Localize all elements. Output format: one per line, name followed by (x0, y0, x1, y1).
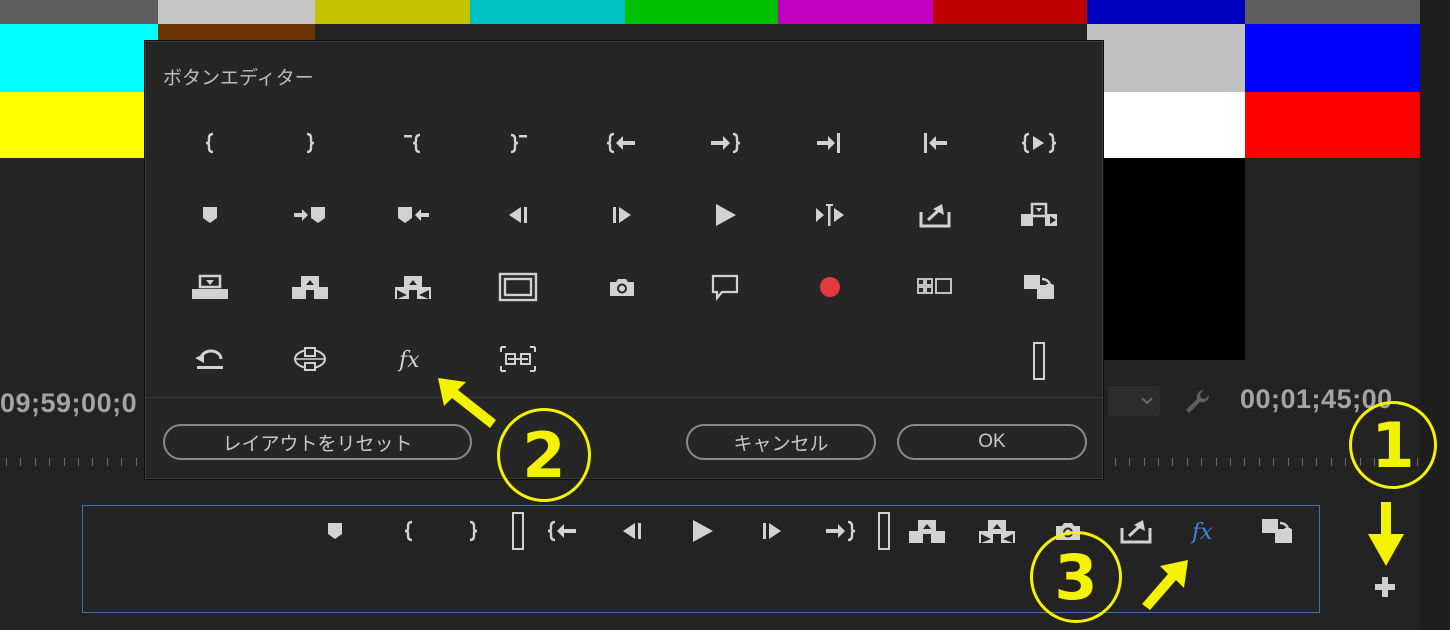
toolbar-add-marker-icon[interactable] (313, 509, 357, 553)
ruler-tick (35, 458, 36, 466)
reset-layout-button[interactable]: レイアウトをリセット (163, 424, 472, 460)
chevron-down-icon (1141, 397, 1153, 405)
ruler-tick (121, 458, 122, 466)
toolbar-mark-in-icon[interactable] (387, 509, 431, 553)
ok-button[interactable]: OK (897, 424, 1087, 460)
ruler-tick (64, 458, 65, 466)
mark-in-icon[interactable] (180, 121, 240, 165)
loop-icon[interactable] (180, 337, 240, 381)
ruler-tick (92, 458, 93, 466)
toolbar-go-to-in-icon[interactable] (541, 509, 585, 553)
overwrite-icon[interactable] (280, 265, 340, 309)
ruler-tick (1273, 458, 1274, 466)
button-editor-dialog: ボタンエディター レイアウトをリセット キャンセル OK fx (144, 40, 1104, 480)
cancel-button[interactable]: キャンセル (686, 424, 876, 460)
go-to-in-icon[interactable] (592, 121, 652, 165)
go-to-previous-marker-icon[interactable] (383, 193, 443, 237)
ruler-tick (107, 458, 108, 466)
playhead-timecode[interactable]: 09;59;00;0 (0, 388, 137, 419)
ruler-tick (1115, 458, 1116, 466)
annotation-arrow-down (1368, 502, 1404, 566)
toolbar-global-fx-mute-icon[interactable]: fx (1184, 509, 1228, 553)
scrollbar-strip (1420, 0, 1450, 630)
closed-captions-icon[interactable] (695, 265, 755, 309)
ruler-tick (1187, 458, 1188, 466)
settings-wrench-icon[interactable] (1182, 386, 1212, 421)
play-in-to-out-icon[interactable] (1009, 121, 1069, 165)
toolbar-spacer-icon[interactable] (496, 509, 540, 553)
global-fx-mute-icon[interactable]: fx (383, 337, 443, 381)
multi-camera-icon[interactable] (905, 265, 965, 309)
ruler-tick (1216, 458, 1217, 466)
step-forward-icon[interactable] (592, 193, 652, 237)
play-icon[interactable] (695, 193, 755, 237)
ruler-tick (1129, 458, 1130, 466)
toolbar-lift-icon[interactable] (1114, 509, 1158, 553)
clear-out-icon[interactable] (488, 121, 548, 165)
ruler-tick (136, 458, 137, 466)
ruler-tick (49, 458, 50, 466)
ruler-tick (1288, 458, 1289, 466)
ruler-tick (1259, 458, 1260, 466)
resolution-dropdown[interactable] (1108, 386, 1160, 416)
ruler-tick (1244, 458, 1245, 466)
go-to-out-icon[interactable] (695, 121, 755, 165)
toolbar-go-to-out-icon[interactable] (818, 509, 862, 553)
button-editor-plus-icon[interactable] (1372, 574, 1398, 600)
go-to-previous-edit-icon[interactable] (905, 121, 965, 165)
toolbar-overwrite-icon[interactable] (905, 509, 949, 553)
safe-margins-icon[interactable] (488, 265, 548, 309)
ruler-tick (1302, 458, 1303, 466)
ruler-tick (6, 458, 7, 466)
ruler-tick (1230, 458, 1231, 466)
clear-in-icon[interactable] (383, 121, 443, 165)
replace-icon[interactable] (383, 265, 443, 309)
record-icon[interactable] (800, 265, 860, 309)
spacer-icon[interactable] (1009, 331, 1069, 391)
play-around-icon[interactable] (800, 193, 860, 237)
insert-icon[interactable] (180, 265, 240, 309)
toolbar-toggle-proxies-icon[interactable] (1255, 509, 1299, 553)
svg-text:fx: fx (1190, 520, 1213, 545)
ruler-tick (1316, 458, 1317, 466)
ruler-tick (20, 458, 21, 466)
step-back-icon[interactable] (488, 193, 548, 237)
annotation-circle-3: 3 (1030, 531, 1122, 623)
ruler-tick (1331, 458, 1332, 466)
dialog-separator (145, 397, 1103, 398)
go-to-next-edit-icon[interactable] (800, 121, 860, 165)
ruler-tick (1144, 458, 1145, 466)
toolbar-replace-icon[interactable] (975, 509, 1019, 553)
toolbar-step-forward-icon[interactable] (750, 509, 794, 553)
comparison-view-icon[interactable] (488, 337, 548, 381)
dialog-title: ボタンエディター (163, 68, 314, 89)
annotation-circle-1: 1 (1349, 401, 1437, 489)
go-to-next-marker-icon[interactable] (280, 193, 340, 237)
ruler-tick (78, 458, 79, 466)
svg-text:fx: fx (397, 348, 420, 373)
toolbar-step-back-icon[interactable] (610, 509, 654, 553)
ruler-tick (1345, 458, 1346, 466)
mark-out-icon[interactable] (280, 121, 340, 165)
annotation-arrow-to-fx-dialog (438, 378, 496, 428)
add-marker-icon[interactable] (180, 193, 240, 237)
toggle-proxies-icon[interactable] (1009, 265, 1069, 309)
toolbar-play-icon[interactable] (680, 509, 724, 553)
annotation-arrow-to-fx-toolbar (1142, 560, 1188, 610)
ruler-tick (1158, 458, 1159, 466)
ruler-tick (1172, 458, 1173, 466)
export-frame-icon[interactable] (592, 265, 652, 309)
toolbar-spacer-icon[interactable] (862, 509, 906, 553)
toolbar-mark-out-icon[interactable] (451, 509, 495, 553)
extract-icon[interactable] (1009, 193, 1069, 237)
ruler-tick (1201, 458, 1202, 466)
annotation-circle-2: 2 (497, 408, 591, 502)
lift-icon[interactable] (905, 193, 965, 237)
vr-video-icon[interactable] (280, 337, 340, 381)
